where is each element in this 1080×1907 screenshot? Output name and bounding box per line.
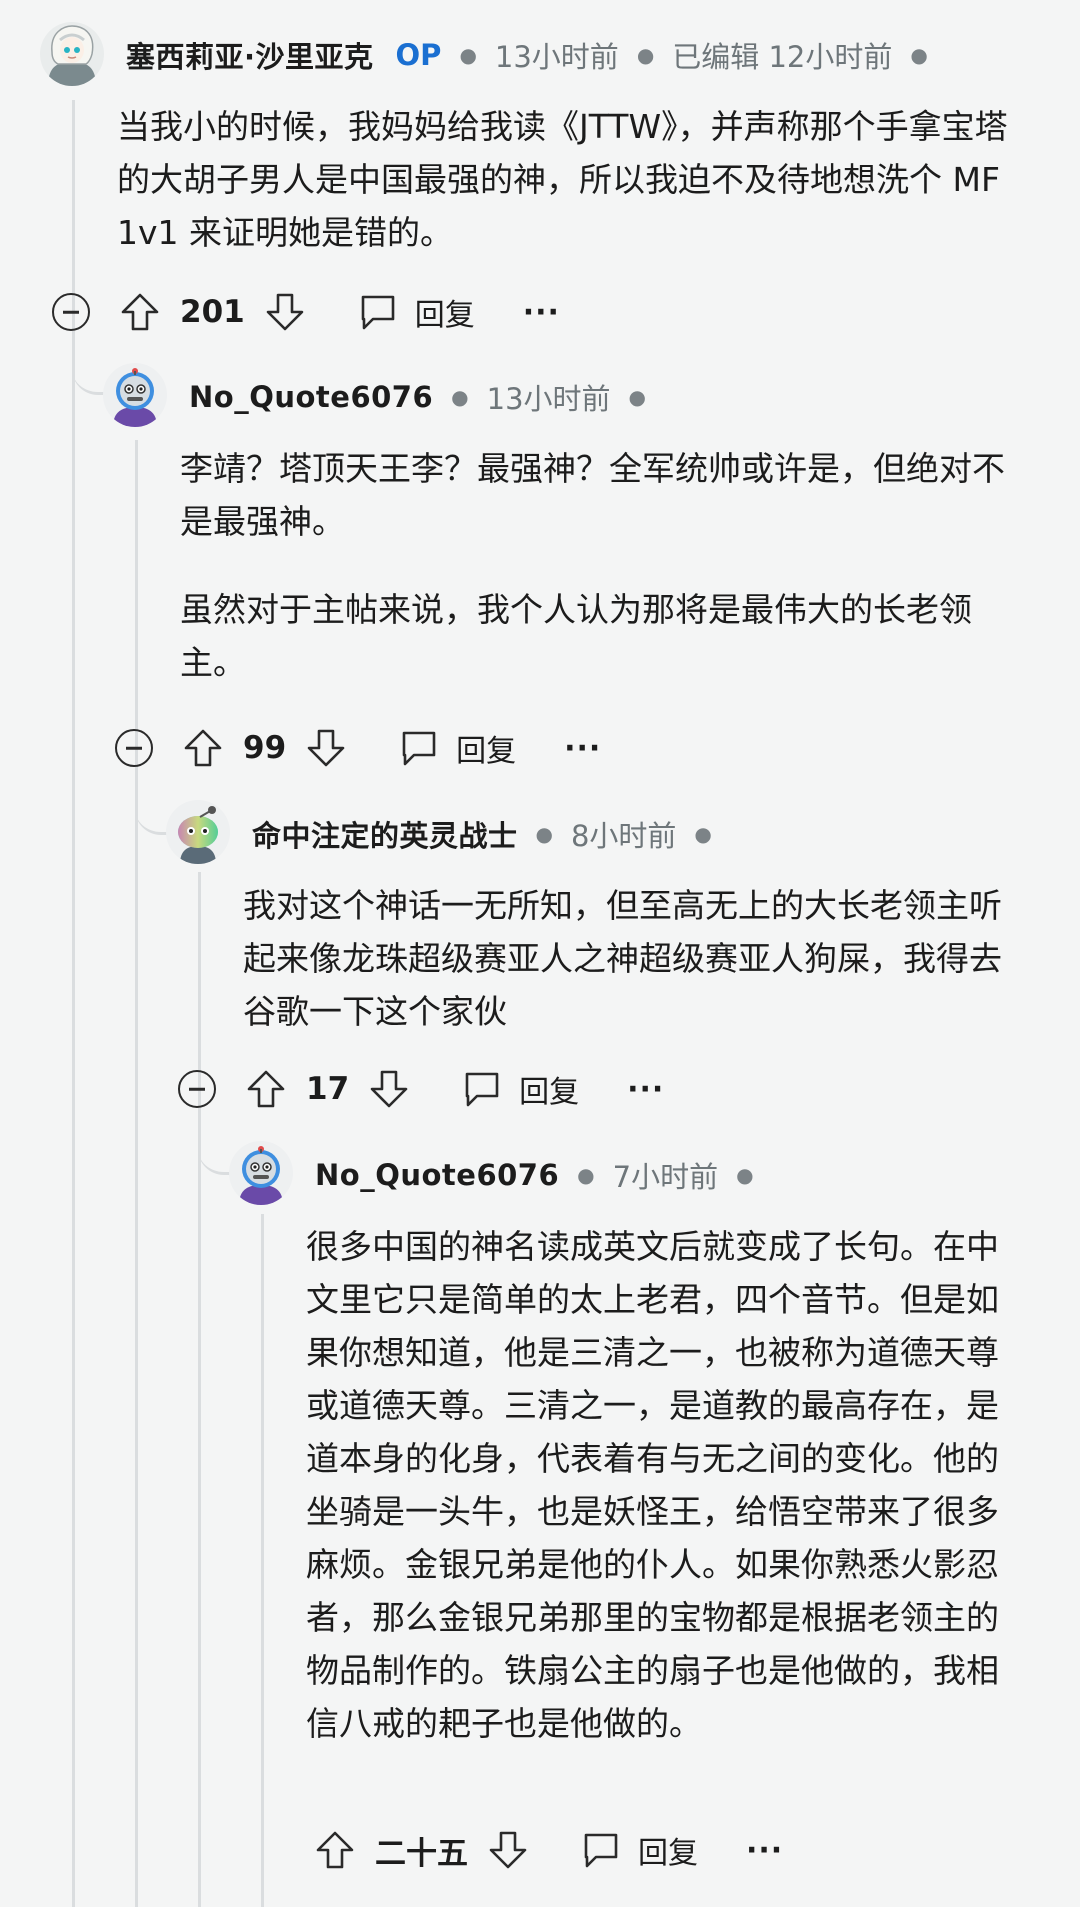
separator-dot: ● bbox=[694, 822, 712, 846]
robot-avatar-icon bbox=[229, 1141, 293, 1205]
separator-dot: ● bbox=[459, 43, 477, 67]
more-options-button[interactable]: ··· bbox=[523, 295, 560, 330]
author-name[interactable]: 命中注定的英灵战士 bbox=[252, 813, 518, 855]
thread-line bbox=[135, 440, 138, 1907]
thread-line bbox=[198, 872, 201, 1907]
edited-timestamp: 已编辑 12小时前 bbox=[672, 40, 893, 74]
comment-meta: 命中注定的英灵战士 ● 8小时前 ● bbox=[252, 813, 730, 855]
comment-body: 我对这个神话一无所知，但至高无上的大长老领主听起来像龙珠超级赛亚人之神超级赛亚人… bbox=[243, 879, 1023, 1038]
vote-score: 二十五 bbox=[375, 1835, 468, 1872]
upvote-button[interactable] bbox=[118, 290, 162, 334]
downvote-button[interactable] bbox=[486, 1828, 530, 1872]
comment-actions: 201 回复 ··· bbox=[52, 284, 560, 340]
downvote-icon bbox=[370, 1070, 408, 1108]
comment-meta: 塞西莉亚·沙里亚克 OP ● 13小时前 ● 已编辑 12小时前 ● bbox=[126, 34, 946, 76]
timestamp: 13小时前 bbox=[486, 382, 611, 416]
vote-score: 99 bbox=[243, 730, 287, 766]
upvote-icon bbox=[184, 729, 222, 767]
comment-meta: No_Quote6076 ● 13小时前 ● bbox=[189, 376, 664, 418]
downvote-button[interactable] bbox=[367, 1067, 411, 1111]
reply-label: 回复 bbox=[414, 298, 475, 333]
comment-actions: 99 回复 ··· bbox=[115, 720, 601, 776]
upvote-button[interactable] bbox=[181, 726, 225, 770]
girl-avatar-icon bbox=[40, 22, 104, 86]
separator-dot: ● bbox=[451, 385, 469, 409]
upvote-button[interactable] bbox=[313, 1828, 357, 1872]
comment-paragraph: 李靖？塔顶天王李？最强神？全军统帅或许是，但绝对不是最强神。 bbox=[180, 449, 1005, 541]
comment-paragraph: 很多中国的神名读成英文后就变成了长句。在中文里它只是简单的太上老君，四个音节。但… bbox=[306, 1227, 999, 1743]
reply-button[interactable]: 回复 bbox=[580, 1828, 698, 1872]
reply-button[interactable]: 回复 bbox=[357, 290, 475, 334]
comment-body: 很多中国的神名读成英文后就变成了长句。在中文里它只是简单的太上老君，四个音节。但… bbox=[306, 1220, 1018, 1750]
avatar[interactable] bbox=[229, 1141, 293, 1205]
timestamp: 8小时前 bbox=[570, 819, 677, 853]
reply-button[interactable]: 回复 bbox=[461, 1067, 579, 1111]
reply-label: 回复 bbox=[638, 1836, 698, 1871]
avatar[interactable] bbox=[40, 22, 104, 86]
timestamp: 13小时前 bbox=[494, 40, 619, 74]
reply-button[interactable]: 回复 bbox=[398, 726, 516, 770]
separator-dot: ● bbox=[636, 43, 655, 67]
avatar[interactable] bbox=[166, 800, 230, 864]
downvote-icon bbox=[307, 729, 345, 767]
downvote-icon bbox=[266, 293, 304, 331]
thread-line bbox=[261, 1214, 264, 1907]
avatar[interactable] bbox=[103, 363, 167, 427]
separator-dot: ● bbox=[628, 385, 646, 409]
comment-paragraph: 我对这个神话一无所知，但至高无上的大长老领主听起来像龙珠超级赛亚人之神超级赛亚人… bbox=[243, 886, 1002, 1031]
collapse-button[interactable] bbox=[115, 729, 153, 767]
downvote-button[interactable] bbox=[263, 290, 307, 334]
comment-paragraph: 虽然对于主帖来说，我个人认为那将是最伟大的长老领主。 bbox=[180, 590, 972, 682]
downvote-button[interactable] bbox=[304, 726, 348, 770]
separator-dot: ● bbox=[910, 43, 928, 67]
collapse-button[interactable] bbox=[178, 1070, 216, 1108]
more-options-button[interactable]: ··· bbox=[746, 1833, 783, 1868]
comment-actions: 二十五 回复 ··· bbox=[313, 1822, 783, 1878]
downvote-icon bbox=[489, 1831, 527, 1869]
snoo-avatar-icon bbox=[166, 800, 230, 864]
collapse-button[interactable] bbox=[52, 293, 90, 331]
author-name[interactable]: No_Quote6076 bbox=[315, 1158, 559, 1192]
upvote-icon bbox=[247, 1070, 285, 1108]
upvote-button[interactable] bbox=[244, 1067, 288, 1111]
comment-bubble-icon bbox=[402, 731, 436, 766]
separator-dot: ● bbox=[535, 822, 553, 846]
op-badge: OP bbox=[395, 38, 442, 72]
comment-actions: 17 回复 ··· bbox=[178, 1061, 664, 1117]
reply-label: 回复 bbox=[456, 734, 517, 769]
comment-bubble-icon bbox=[361, 295, 395, 330]
timestamp: 7小时前 bbox=[612, 1160, 719, 1194]
comment-paragraph: 当我小的时候，我妈妈给我读《JTTW》，并声称那个手拿宝塔的大胡子男人是中国最强… bbox=[117, 107, 1008, 252]
reply-label: 回复 bbox=[519, 1075, 580, 1110]
robot-avatar-icon bbox=[103, 363, 167, 427]
upvote-icon bbox=[121, 293, 159, 331]
vote-score: 17 bbox=[306, 1071, 350, 1107]
comment-bubble-icon bbox=[584, 1833, 618, 1868]
vote-score: 201 bbox=[180, 294, 245, 330]
more-options-button[interactable]: ··· bbox=[564, 731, 601, 766]
separator-dot: ● bbox=[577, 1163, 595, 1187]
author-name[interactable]: No_Quote6076 bbox=[189, 380, 433, 414]
more-options-button[interactable]: ··· bbox=[627, 1072, 664, 1107]
comment-bubble-icon bbox=[465, 1072, 499, 1107]
separator-dot: ● bbox=[736, 1163, 754, 1187]
author-name[interactable]: 塞西莉亚·沙里亚克 bbox=[126, 34, 374, 76]
comment-body: 当我小的时候，我妈妈给我读《JTTW》，并声称那个手拿宝塔的大胡子男人是中国最强… bbox=[117, 100, 1027, 259]
upvote-icon bbox=[316, 1831, 354, 1869]
comment-meta: No_Quote6076 ● 7小时前 ● bbox=[315, 1154, 772, 1196]
comment-body: 李靖？塔顶天王李？最强神？全军统帅或许是，但绝对不是最强神。 虽然对于主帖来说，… bbox=[180, 442, 1030, 689]
